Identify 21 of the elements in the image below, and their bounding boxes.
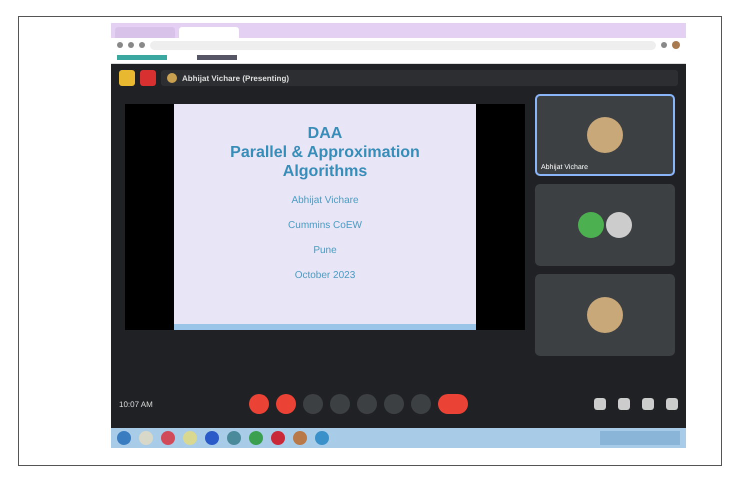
slide-text: Abhijat Vichare <box>291 195 359 206</box>
slide-text: October 2023 <box>294 270 356 281</box>
avatar-icon <box>587 117 623 153</box>
avatar-icon <box>606 212 632 238</box>
slide-text: Cummins CoEW <box>288 220 362 231</box>
app-icon[interactable] <box>140 70 156 86</box>
app-icon[interactable] <box>119 70 135 86</box>
slide-title: DAA <box>308 124 342 143</box>
presenter-label: Abhijat Vichare (Presenting) <box>182 74 289 82</box>
participant-tile[interactable] <box>535 184 675 266</box>
app-icon[interactable] <box>205 431 219 445</box>
app-icon[interactable] <box>271 431 285 445</box>
avatar-icon <box>167 73 177 83</box>
meeting-time: 10:07 AM <box>119 400 154 408</box>
profile-avatar[interactable] <box>672 41 680 49</box>
slide-title: Algorithms <box>282 162 368 181</box>
participant-tile[interactable] <box>535 274 675 356</box>
slide-text: Pune <box>313 245 337 256</box>
avatar-icon <box>587 297 623 333</box>
slide-title: Parallel & Approximation <box>230 143 420 162</box>
avatar-icon <box>578 212 604 238</box>
